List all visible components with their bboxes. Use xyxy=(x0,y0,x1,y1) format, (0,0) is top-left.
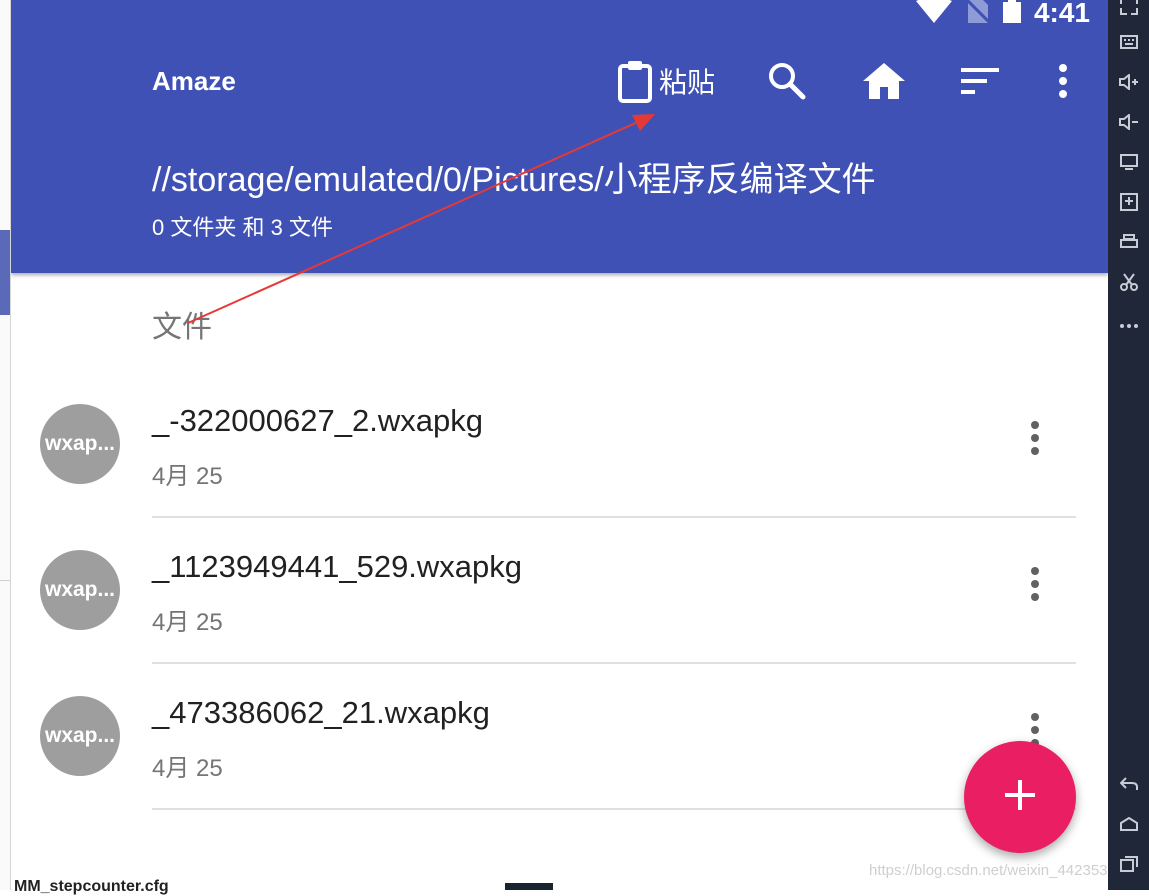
keyboard-icon xyxy=(1119,34,1138,54)
add-fab-button[interactable] xyxy=(964,741,1076,853)
watermark: https://blog.csdn.net/weixin_44235360 xyxy=(869,862,1108,879)
print-button[interactable] xyxy=(1108,228,1149,260)
volume-up-icon xyxy=(1118,72,1139,95)
file-more-button[interactable] xyxy=(1020,561,1050,611)
folder-summary: 0 文件夹 和 3 文件 xyxy=(152,215,333,240)
current-path[interactable]: //storage/emulated/0/Pictures/小程序反编译文件 xyxy=(152,152,876,201)
home-nav-icon xyxy=(1119,816,1138,836)
volume-down-button[interactable] xyxy=(1108,108,1149,140)
file-thumbnail: wxap... xyxy=(40,404,120,484)
home-button[interactable] xyxy=(863,56,905,106)
status-bar: 4:41 xyxy=(915,0,1090,28)
sort-icon xyxy=(961,66,999,96)
file-row[interactable]: wxap... _-322000627_2.wxapkg 4月 25 xyxy=(11,370,1108,518)
home-icon xyxy=(863,63,905,99)
fullscreen-icon xyxy=(1119,0,1138,20)
recents-icon xyxy=(1119,855,1138,877)
background-window-filename: MM_stepcounter.cfg xyxy=(14,878,169,895)
file-row[interactable]: wxap... _1123949441_529.wxapkg 4月 25 xyxy=(11,516,1108,664)
section-header-files: 文件 xyxy=(152,311,212,344)
no-sim-icon xyxy=(964,0,992,28)
search-icon xyxy=(767,61,807,101)
row-divider xyxy=(152,808,1076,810)
file-more-button[interactable] xyxy=(1020,415,1050,465)
file-date: 4月 25 xyxy=(152,609,223,636)
background-window-accent xyxy=(0,230,10,315)
amaze-app: 4:41 Amaze 粘贴 //storage/emulated/0/Pictu… xyxy=(11,0,1108,890)
wifi-icon xyxy=(915,0,952,28)
background-window-edge xyxy=(0,0,11,890)
fullscreen-button[interactable] xyxy=(1108,0,1149,24)
install-apk-button[interactable] xyxy=(1108,188,1149,220)
file-date: 4月 25 xyxy=(152,463,223,490)
scissors-button[interactable] xyxy=(1108,268,1149,300)
file-row[interactable]: wxap... _473386062_21.wxapkg 4月 25 xyxy=(11,662,1108,810)
file-name: _-322000627_2.wxapkg xyxy=(152,403,483,438)
more-tools-button[interactable] xyxy=(1108,308,1149,340)
nav-back-button[interactable] xyxy=(1108,770,1149,802)
more-vert-icon xyxy=(1051,63,1075,99)
background-window-divider xyxy=(0,580,10,581)
paste-button[interactable]: 粘贴 xyxy=(617,56,715,106)
app-title: Amaze xyxy=(152,66,236,96)
paste-label: 粘贴 xyxy=(659,67,716,98)
nav-recents-button[interactable] xyxy=(1108,850,1149,882)
nav-home-button[interactable] xyxy=(1108,810,1149,842)
file-date: 4月 25 xyxy=(152,755,223,782)
file-name: _473386062_21.wxapkg xyxy=(152,695,490,730)
more-vert-icon xyxy=(1030,566,1040,606)
file-name: _1123949441_529.wxapkg xyxy=(152,549,523,584)
more-vert-icon xyxy=(1030,420,1040,460)
plus-icon xyxy=(1003,778,1037,817)
print-icon xyxy=(1119,233,1138,255)
keyboard-button[interactable] xyxy=(1108,28,1149,60)
more-horiz-icon xyxy=(1119,315,1138,333)
search-button[interactable] xyxy=(767,56,807,106)
overflow-menu-button[interactable] xyxy=(1051,56,1075,106)
back-icon xyxy=(1119,776,1138,796)
file-thumbnail: wxap... xyxy=(40,550,120,630)
screen-icon xyxy=(1119,153,1138,175)
clock: 4:41 xyxy=(1033,0,1090,28)
volume-down-icon xyxy=(1118,112,1139,135)
volume-up-button[interactable] xyxy=(1108,68,1149,100)
install-apk-icon xyxy=(1119,192,1138,216)
clipboard-icon xyxy=(617,59,653,103)
file-thumbnail: wxap... xyxy=(40,696,120,776)
emulator-toolbar xyxy=(1108,0,1149,890)
app-bar: 4:41 Amaze 粘贴 //storage/emulated/0/Pictu… xyxy=(11,0,1108,273)
sort-button[interactable] xyxy=(961,56,999,106)
battery-icon xyxy=(1002,0,1022,28)
scissors-icon xyxy=(1119,272,1138,296)
background-window-block xyxy=(505,883,553,890)
screen-button[interactable] xyxy=(1108,148,1149,180)
